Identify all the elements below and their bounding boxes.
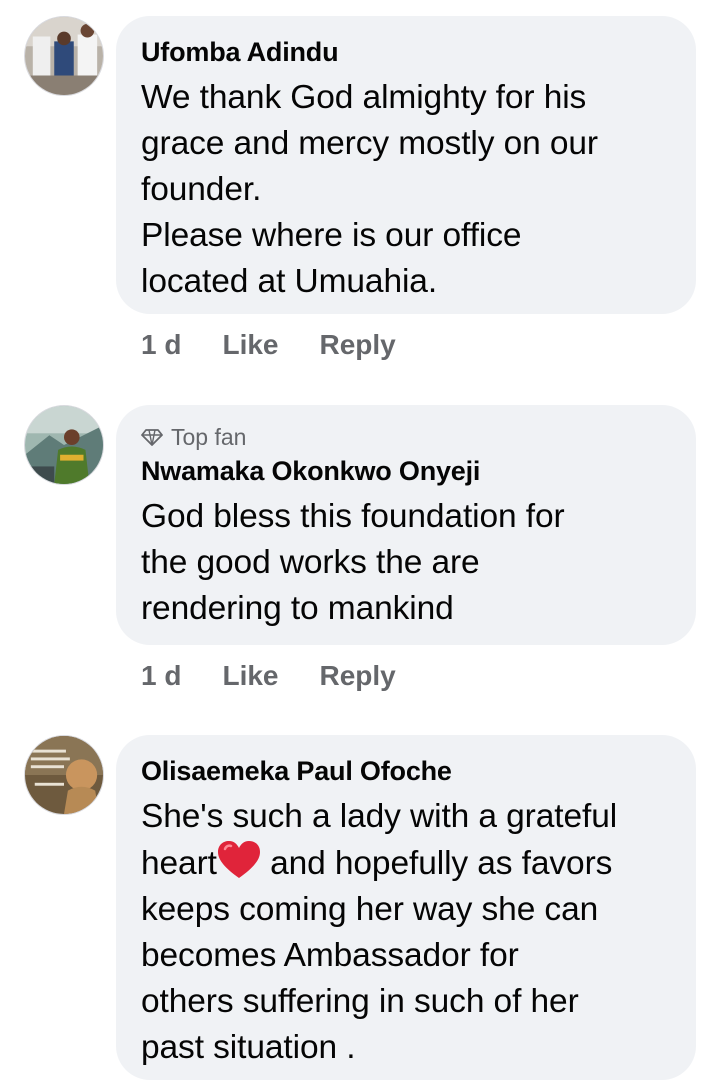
comment-actions: 1 d Like Reply <box>141 325 396 365</box>
comment-bubble: Top fan Nwamaka Okonkwo Onyeji God bless… <box>116 405 696 645</box>
comment-bubble: Olisaemeka Paul Ofoche She's such a lady… <box>116 735 696 1080</box>
comment-text-segment: and hopefully as favors <box>260 845 613 882</box>
like-button[interactable]: Like <box>222 660 278 692</box>
comment-text-line: others suffering in such of her <box>141 983 579 1020</box>
avatar[interactable] <box>24 735 104 815</box>
comment-text: God bless this foundation for the good wo… <box>141 494 672 632</box>
comment-text-line: located at Umuahia. <box>141 263 438 300</box>
badge-label: Top fan <box>171 423 247 450</box>
like-button[interactable]: Like <box>222 329 278 361</box>
avatar[interactable] <box>24 16 104 96</box>
comment-text-line: the good works the are <box>141 544 480 581</box>
comments-feed: Ufomba Adindu We thank God almighty for … <box>0 0 719 1084</box>
comment-author[interactable]: Nwamaka Okonkwo Onyeji <box>141 455 672 487</box>
comment-text-line: keeps coming her way she can <box>141 891 599 928</box>
reply-button[interactable]: Reply <box>320 329 396 361</box>
comment-text-line: God bless this foundation for <box>141 498 565 535</box>
comment-timestamp[interactable]: 1 d <box>141 660 181 692</box>
comment-text-line: becomes Ambassador for <box>141 937 519 974</box>
reply-button[interactable]: Reply <box>320 660 396 692</box>
comment-text-line: rendering to mankind <box>141 590 454 627</box>
avatar-photo <box>25 406 103 484</box>
comment-actions: 1 d Like Reply <box>141 656 396 696</box>
top-fan-badge[interactable]: Top fan <box>141 423 672 451</box>
comment-text-line: founder. <box>141 171 262 208</box>
comment-text-segment: heart <box>141 845 217 882</box>
comment-timestamp[interactable]: 1 d <box>141 329 181 361</box>
avatar[interactable] <box>24 405 104 485</box>
comment-text-line: past situation . <box>141 1029 356 1066</box>
comment-text-line: We thank God almighty for his <box>141 79 587 116</box>
avatar-photo <box>25 17 103 95</box>
diamond-icon <box>141 429 163 446</box>
comment-bubble: Ufomba Adindu We thank God almighty for … <box>116 16 696 314</box>
comment-text-line: Please where is our office <box>141 217 522 254</box>
red-heart-emoji-icon <box>217 841 260 878</box>
comment-author[interactable]: Olisaemeka Paul Ofoche <box>141 755 672 787</box>
comment-text-line: She's such a lady with a grateful <box>141 798 618 835</box>
comment-text: We thank God almighty for his grace and m… <box>141 75 672 305</box>
comment-text: She's such a lady with a grateful heart a… <box>141 794 672 1071</box>
comment-text-line: grace and mercy mostly on our <box>141 125 598 162</box>
comment-author[interactable]: Ufomba Adindu <box>141 36 672 68</box>
avatar-photo <box>25 736 103 814</box>
